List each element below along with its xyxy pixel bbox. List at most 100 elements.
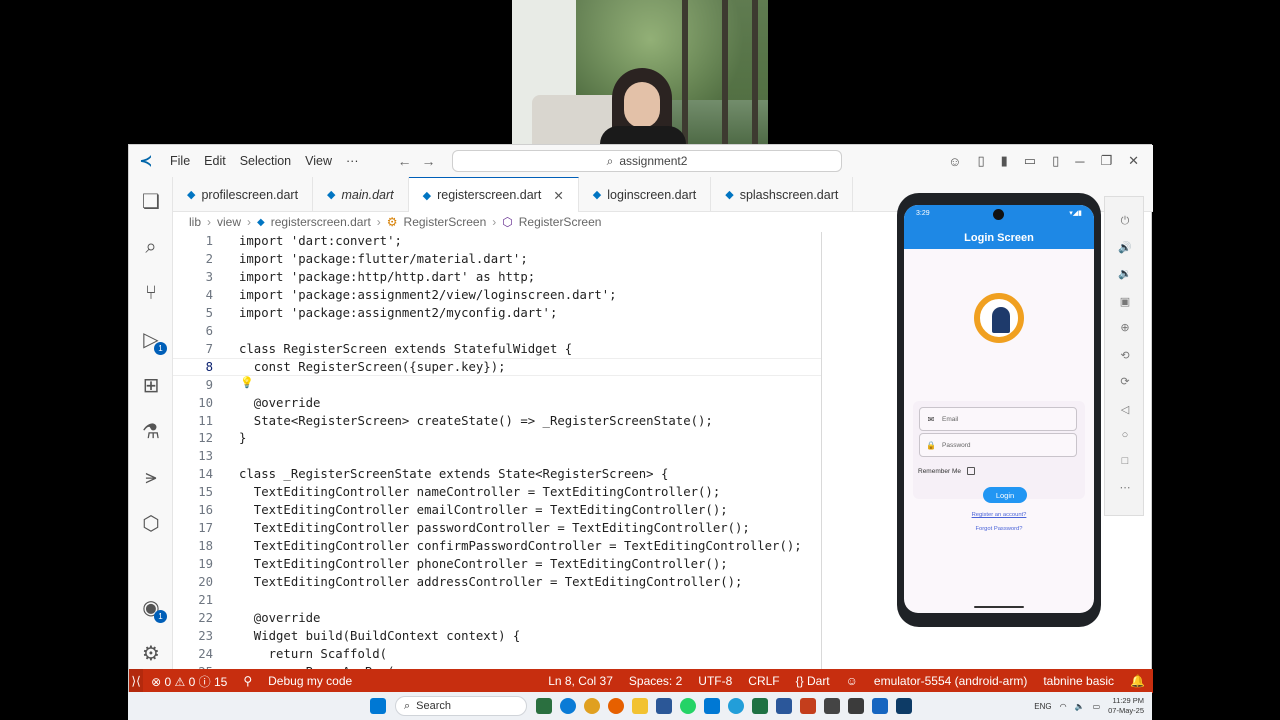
menu-view[interactable]: View bbox=[298, 154, 339, 168]
settings-gear-icon[interactable]: ⚙ bbox=[139, 641, 163, 665]
zoom-icon[interactable]: ⊕ bbox=[1117, 321, 1133, 337]
language-mode[interactable]: {} Dart bbox=[788, 674, 838, 688]
code-line[interactable]: 5 import 'package:assignment2/myconfig.da… bbox=[173, 304, 821, 322]
volume-up-icon[interactable]: 🔊 bbox=[1117, 241, 1133, 257]
code-line[interactable]: 13 bbox=[173, 447, 821, 465]
whatsapp-icon[interactable] bbox=[680, 698, 696, 714]
file-explorer-icon[interactable] bbox=[632, 698, 648, 714]
more-icon[interactable]: ⋯ bbox=[1117, 481, 1133, 497]
tabnine-status[interactable]: tabnine basic bbox=[1035, 674, 1122, 688]
breadcrumb-item[interactable]: registerscreen.dart bbox=[271, 215, 371, 229]
forward-arrow-icon[interactable]: → bbox=[422, 153, 436, 169]
volume-icon[interactable]: 🔈 bbox=[1075, 702, 1085, 711]
testing-icon[interactable]: ⚗ bbox=[139, 419, 163, 443]
code-line[interactable]: 6 bbox=[173, 322, 821, 340]
phone-screen[interactable]: 3:29 ▾◢▮ Login Screen ✉ Email 🔒 Password… bbox=[904, 205, 1094, 613]
code-line[interactable]: 9 bbox=[173, 376, 821, 394]
code-line[interactable]: 19 TextEditingController phoneController… bbox=[173, 555, 821, 573]
chrome-icon[interactable] bbox=[584, 698, 600, 714]
edge-icon[interactable] bbox=[560, 698, 576, 714]
maximize-icon[interactable]: ❐ bbox=[1100, 153, 1112, 169]
battery-icon[interactable]: ▭ bbox=[1093, 702, 1101, 711]
command-center-search[interactable]: ⌕ assignment2 bbox=[452, 150, 842, 172]
problems-status[interactable]: ⊗ 0 ⚠ 0 ⓘ 15 bbox=[143, 673, 235, 690]
taskbar-search[interactable]: ⌕ Search bbox=[395, 696, 527, 716]
code-line[interactable]: 14 class _RegisterScreenState extends Sta… bbox=[173, 465, 821, 483]
flutter-icon[interactable]: ⪫ bbox=[139, 465, 163, 489]
code-line[interactable]: 12} bbox=[173, 429, 821, 447]
breadcrumb-item[interactable]: lib bbox=[189, 215, 201, 229]
back-icon[interactable]: ◁ bbox=[1117, 403, 1133, 419]
code-line[interactable]: 23 Widget build(BuildContext context) { bbox=[173, 627, 821, 645]
code-line[interactable]: 15 TextEditingController nameController … bbox=[173, 483, 821, 501]
firefox-icon[interactable] bbox=[608, 698, 624, 714]
widgets-icon[interactable] bbox=[536, 698, 552, 714]
toggle-panel-icon[interactable]: ▭ bbox=[1024, 153, 1036, 169]
cursor-position[interactable]: Ln 8, Col 37 bbox=[540, 674, 621, 688]
code-line[interactable]: 1 import 'dart:convert'; bbox=[173, 232, 821, 250]
toggle-sidebar-icon[interactable]: ▮ bbox=[1001, 153, 1008, 169]
code-line[interactable]: 22 @override bbox=[173, 609, 821, 627]
code-line[interactable]: 11 State<RegisterScreen> createState() =… bbox=[173, 412, 821, 430]
store-icon[interactable] bbox=[656, 698, 672, 714]
code-line[interactable]: 17 TextEditingController passwordControl… bbox=[173, 519, 821, 537]
explorer-icon[interactable]: ❏ bbox=[139, 189, 163, 213]
tab-profilescreen[interactable]: ◆ profilescreen.dart bbox=[173, 177, 314, 212]
copilot-icon[interactable]: ☺ bbox=[948, 154, 961, 169]
screenshot-icon[interactable]: ▣ bbox=[1117, 295, 1133, 311]
password-field[interactable]: 🔒 Password bbox=[919, 433, 1077, 457]
app-icon[interactable] bbox=[848, 698, 864, 714]
rotate-right-icon[interactable]: ⟳ bbox=[1117, 375, 1133, 391]
clock[interactable]: 11:29 PM 07-May-25 bbox=[1108, 696, 1144, 716]
register-link[interactable]: Register an account? bbox=[904, 512, 1094, 518]
code-line[interactable]: 18 TextEditingController confirmPassword… bbox=[173, 537, 821, 555]
code-line[interactable]: 3 import 'package:http/http.dart' as http… bbox=[173, 268, 821, 286]
code-line[interactable]: 24 return Scaffold( bbox=[173, 645, 821, 663]
code-line[interactable]: 4 import 'package:assignment2/view/logins… bbox=[173, 286, 821, 304]
emulator-taskbar-icon[interactable] bbox=[872, 698, 888, 714]
eol-status[interactable]: CRLF bbox=[740, 674, 787, 688]
home-icon[interactable]: ○ bbox=[1117, 429, 1133, 445]
menu-more[interactable]: ··· bbox=[339, 154, 366, 168]
source-control-icon[interactable]: ⑂ bbox=[139, 281, 163, 305]
extensions-icon[interactable]: ⊞ bbox=[139, 373, 163, 397]
tab-main[interactable]: ◆ main.dart bbox=[313, 177, 409, 212]
overview-icon[interactable]: □ bbox=[1117, 455, 1133, 471]
code-line[interactable]: 10 @override bbox=[173, 394, 821, 412]
code-line[interactable]: 8 const RegisterScreen({super.key}); bbox=[173, 357, 821, 376]
power-icon[interactable]: ⏻ bbox=[1117, 215, 1133, 231]
remote-explorer-icon[interactable]: ⬡ bbox=[139, 511, 163, 535]
notifications-icon[interactable]: 🔔 bbox=[1122, 674, 1153, 688]
tab-loginscreen[interactable]: ◆ loginscreen.dart bbox=[579, 177, 712, 212]
breadcrumb-item[interactable]: RegisterScreen bbox=[404, 215, 487, 229]
run-debug-icon[interactable]: ▷ 1 bbox=[139, 327, 167, 355]
search-activity-icon[interactable]: ⌕ bbox=[139, 235, 163, 259]
word-icon[interactable] bbox=[776, 698, 792, 714]
encoding-status[interactable]: UTF-8 bbox=[690, 674, 740, 688]
remote-icon[interactable]: ⟩⟨ bbox=[129, 669, 144, 693]
back-arrow-icon[interactable]: ← bbox=[398, 153, 412, 169]
close-window-icon[interactable]: ✕ bbox=[1128, 153, 1139, 169]
debug-status[interactable]: Debug my code bbox=[260, 674, 360, 688]
menu-selection[interactable]: Selection bbox=[233, 154, 298, 168]
vscode-taskbar-icon[interactable] bbox=[704, 698, 720, 714]
forgot-password-link[interactable]: Forgot Password? bbox=[904, 526, 1094, 532]
login-button[interactable]: Login bbox=[983, 487, 1027, 503]
code-line[interactable]: 20 TextEditingController addressControll… bbox=[173, 573, 821, 591]
close-tab-icon[interactable]: ✕ bbox=[553, 188, 563, 203]
wifi-icon[interactable]: ◠ bbox=[1060, 702, 1067, 711]
layout-icon[interactable]: ▯ bbox=[977, 153, 984, 169]
breadcrumb-item[interactable]: view bbox=[217, 215, 241, 229]
toggle-secondary-sidebar-icon[interactable]: ▯ bbox=[1052, 153, 1059, 169]
menu-file[interactable]: File bbox=[163, 154, 197, 168]
powerpoint-icon[interactable] bbox=[800, 698, 816, 714]
lang-indicator[interactable]: ENG bbox=[1034, 702, 1051, 711]
telegram-icon[interactable] bbox=[728, 698, 744, 714]
code-line[interactable]: 2 import 'package:flutter/material.dart'; bbox=[173, 250, 821, 268]
gesture-bar[interactable] bbox=[974, 606, 1024, 608]
debug-icon[interactable]: ⚲ bbox=[235, 674, 260, 688]
accounts-icon[interactable]: ◉ 1 bbox=[139, 595, 167, 623]
breadcrumb-item[interactable]: RegisterScreen bbox=[519, 215, 602, 229]
menu-edit[interactable]: Edit bbox=[197, 154, 233, 168]
lightbulb-icon[interactable]: 💡 bbox=[240, 376, 254, 389]
